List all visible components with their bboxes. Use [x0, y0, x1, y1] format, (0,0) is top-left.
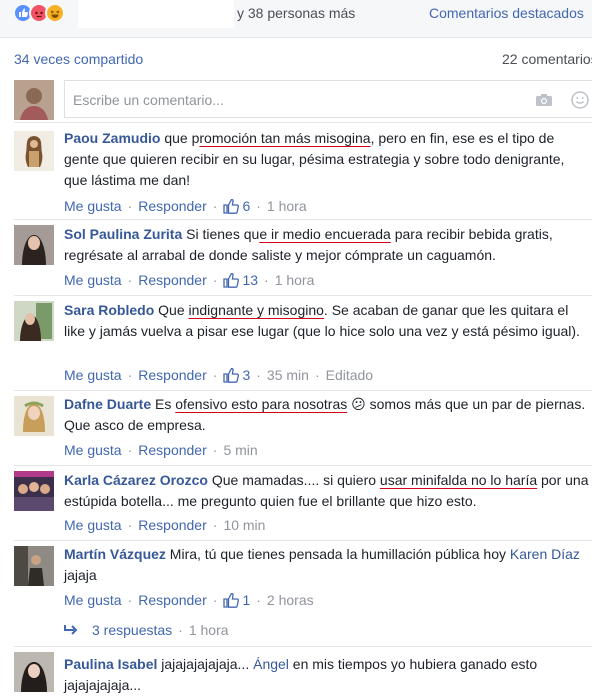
comment-time[interactable]: 5 min: [223, 442, 257, 458]
reaction-icons[interactable]: [13, 3, 65, 23]
like-button[interactable]: Me gusta: [64, 517, 122, 533]
comment-text: Que mamadas.... si quiero: [207, 472, 380, 488]
reply-button[interactable]: Responder: [138, 592, 207, 608]
avatar[interactable]: [14, 546, 54, 586]
comment-time[interactable]: 1 hora: [275, 272, 315, 288]
like-count[interactable]: 3: [242, 367, 250, 383]
reply-button[interactable]: Responder: [138, 198, 207, 214]
replies-count: 3 respuestas: [92, 622, 173, 638]
featured-comments-link[interactable]: Comentarios destacados: [429, 5, 584, 21]
comment-text: Que: [154, 302, 189, 318]
comment-text: que p: [160, 130, 200, 146]
comments-count[interactable]: 22 comentarios: [502, 51, 592, 67]
thumbs-up-icon: [223, 592, 240, 608]
like-count[interactable]: 1: [242, 592, 250, 608]
reactions-bar: y 38 personas más Comentarios destacados: [0, 0, 592, 38]
mention-link[interactable]: Karen Díaz: [510, 546, 580, 562]
reply-button[interactable]: Responder: [138, 517, 207, 533]
reply-button[interactable]: Responder: [138, 272, 207, 288]
comment-item: Karla Cázarez Orozco Que mamadas.... si …: [0, 466, 592, 540]
comment-text-underlined: usar minifalda no lo haría: [379, 472, 538, 488]
comment-time[interactable]: 2 horas: [267, 592, 314, 608]
camera-icon[interactable]: [535, 93, 553, 107]
comment-text: jajaja: [64, 567, 97, 583]
thumbs-up-icon: [223, 272, 240, 288]
user-avatar: [14, 80, 54, 120]
comment-item: Sara Robledo Que indignante y misogino. …: [0, 296, 592, 390]
comment-time[interactable]: 10 min: [223, 517, 265, 533]
like-button[interactable]: Me gusta: [64, 442, 122, 458]
divider: [14, 122, 592, 123]
avatar[interactable]: [14, 301, 54, 341]
emoji-icon[interactable]: [571, 91, 589, 109]
comment-input[interactable]: Escribe un comentario...: [64, 80, 592, 118]
shares-count-link[interactable]: 34 veces compartido: [14, 51, 143, 67]
comment-text: jajajajajajaja...: [157, 656, 254, 672]
replies-time: 1 hora: [188, 622, 229, 638]
comment-author[interactable]: Paou Zamudio: [64, 130, 160, 146]
comment-input-placeholder: Escribe un comentario...: [73, 92, 224, 108]
comment-text-underlined: romoción tan más misogina: [199, 130, 371, 146]
comment-author[interactable]: Dafne Duarte: [64, 396, 151, 412]
reply-button[interactable]: Responder: [138, 367, 207, 383]
comment-time[interactable]: 35 min: [267, 367, 309, 383]
comment-item: Sol Paulina Zurita Si tienes que ir medi…: [0, 220, 592, 295]
names-redacted: [78, 0, 234, 28]
mention-link[interactable]: Ángel: [253, 656, 289, 672]
avatar[interactable]: [14, 471, 54, 511]
like-count[interactable]: 6: [242, 198, 250, 214]
like-button[interactable]: Me gusta: [64, 592, 122, 608]
comment-text-underlined: ofensivo esto para nosotras: [175, 396, 348, 412]
like-button[interactable]: Me gusta: [64, 367, 122, 383]
comment-text: Es: [151, 396, 176, 412]
thumbs-up-icon: [223, 367, 240, 383]
thumbs-up-icon: [223, 198, 240, 214]
like-count[interactable]: 13: [242, 272, 258, 288]
comment-author[interactable]: Karla Cázarez Orozco: [64, 472, 208, 488]
reply-arrow-icon: [64, 625, 78, 635]
comment-item: Dafne Duarte Es ofensivo esto para nosot…: [0, 391, 592, 465]
comment-author[interactable]: Martín Vázquez: [64, 546, 166, 562]
comment-text: Si tienes qu: [182, 226, 260, 242]
comment-author[interactable]: Sol Paulina Zurita: [64, 226, 182, 242]
like-button[interactable]: Me gusta: [64, 198, 122, 214]
avatar[interactable]: [14, 225, 54, 265]
view-replies-link[interactable]: 3 respuestas · 1 hora: [64, 622, 229, 638]
comment-author[interactable]: Sara Robledo: [64, 302, 154, 318]
avatar[interactable]: [14, 131, 54, 171]
comment-text-underlined: indignante y misogino: [188, 302, 324, 318]
comment-text: Mira, tú que tienes pensada la humillaci…: [165, 546, 510, 562]
comment-item: Paulina Isabel jajajajajajaja... Ángel e…: [0, 647, 592, 698]
avatar[interactable]: [14, 396, 54, 436]
comment-item: Paou Zamudio que promoción tan más misog…: [0, 126, 592, 216]
comment-time[interactable]: 1 hora: [267, 198, 307, 214]
like-button[interactable]: Me gusta: [64, 272, 122, 288]
reply-button[interactable]: Responder: [138, 442, 207, 458]
haha-icon: [45, 3, 65, 23]
comment-item: Martín Vázquez Mira, tú que tienes pensa…: [0, 541, 592, 646]
people-count-link[interactable]: y 38 personas más: [237, 5, 355, 21]
comment-author[interactable]: Paulina Isabel: [64, 656, 157, 672]
comment-text-underlined: e ir medio encuerada: [259, 226, 391, 242]
edited-label[interactable]: Editado: [326, 367, 373, 383]
comment-composer: Escribe un comentario...: [0, 78, 592, 122]
avatar[interactable]: [14, 652, 54, 692]
